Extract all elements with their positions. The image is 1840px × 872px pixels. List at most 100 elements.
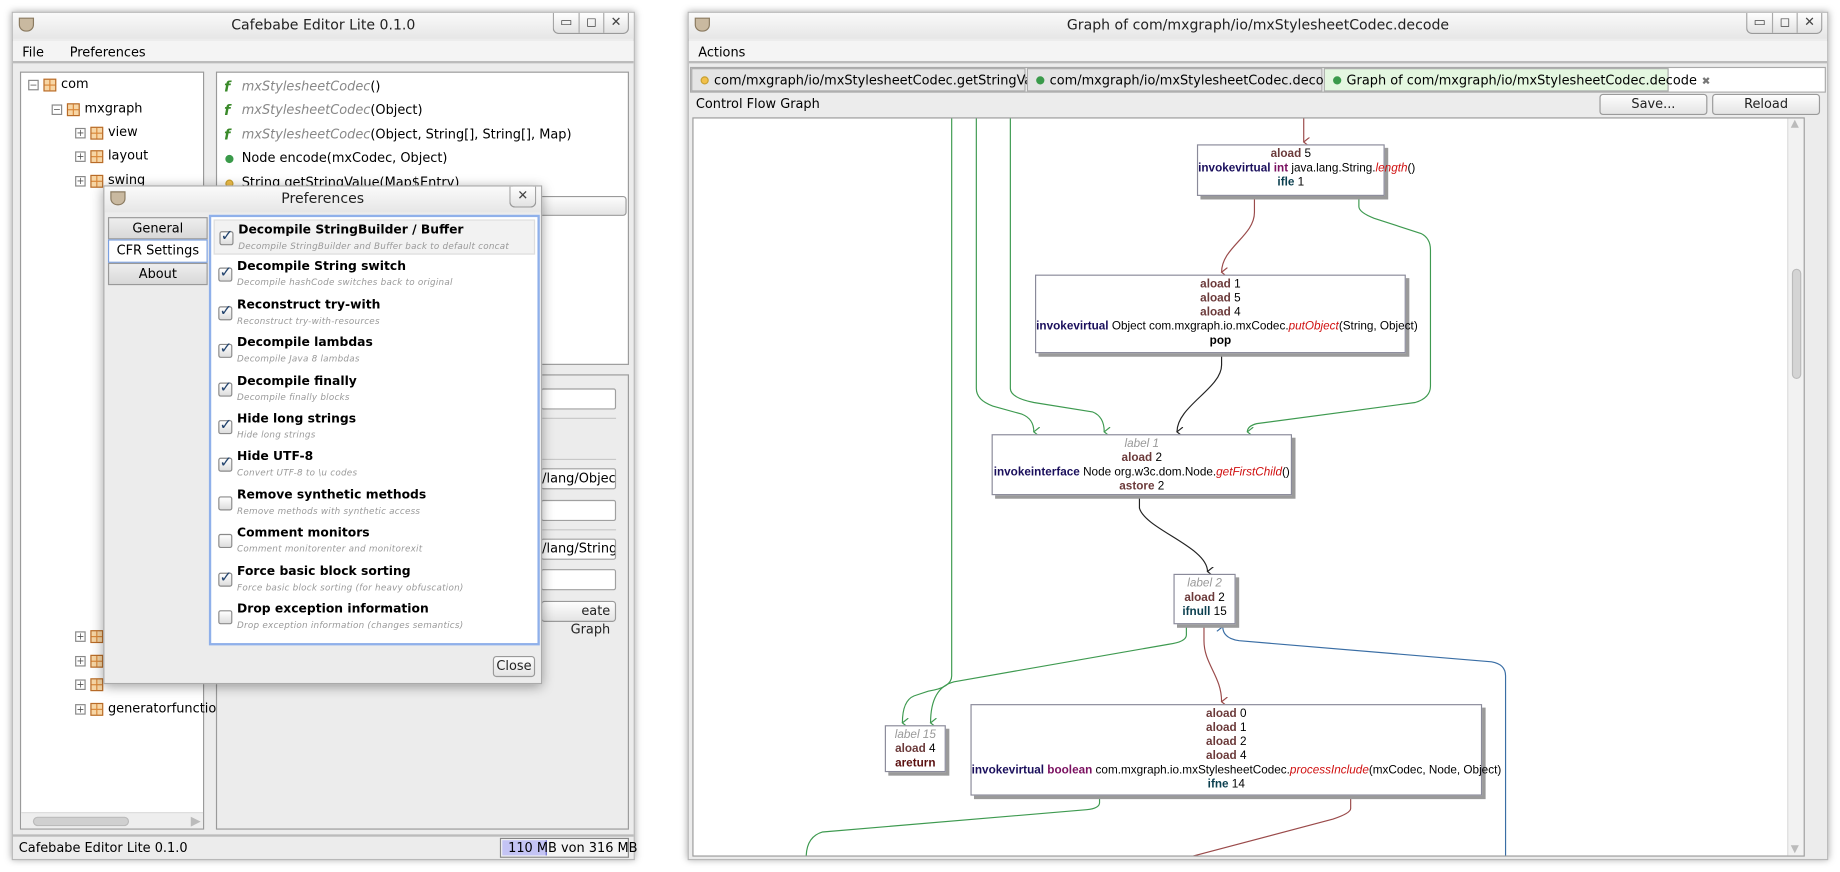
instruction-token: boolean (1044, 763, 1093, 777)
instruction-line: invokevirtual boolean com.mxgraph.io.mxS… (972, 763, 1502, 778)
vertical-scrollbar[interactable]: ▲ ▼ (1787, 118, 1804, 856)
instruction-line: ifne 14 (972, 778, 1481, 792)
tab-decode[interactable]: com/mxgraph/io/mxStylesheetCodec.decode✖ (1026, 68, 1353, 92)
option-checkbox[interactable] (218, 534, 233, 549)
tab-graph-decode[interactable]: Graph of com/mxgraph/io/mxStylesheetCode… (1323, 68, 1710, 92)
tab-general-settings[interactable]: General Settings (107, 217, 208, 257)
tab-close-icon[interactable]: ✖ (1702, 76, 1711, 88)
instruction-token: length (1375, 161, 1408, 175)
option-row[interactable]: Hide long strings Hide long strings (214, 410, 536, 445)
control-flow-graph-canvas[interactable]: aload 5 invokevirtual int java.lang.Strin… (692, 117, 1805, 857)
close-button[interactable]: ✕ (1796, 12, 1822, 33)
scrollbar-thumb[interactable] (32, 816, 130, 827)
option-description: Drop exception information (changes sema… (237, 619, 464, 631)
option-checkbox[interactable] (218, 303, 233, 321)
expand-icon[interactable]: + (75, 127, 86, 138)
basic-block-node[interactable]: aload 1 aload 5 aload 4 invokevirtual Objec… (1035, 274, 1418, 354)
expand-icon[interactable]: + (75, 175, 86, 186)
graph-title-bar: Graph of com/mxgraph/io/mxStylesheetCode… (688, 12, 1828, 39)
descriptor-field[interactable]: /lang/Object (540, 468, 617, 490)
expand-icon[interactable]: + (75, 655, 86, 666)
tab-getstringvalue[interactable]: com/mxgraph/io/mxStylesheetCodec.getStri… (691, 68, 1066, 92)
scrollbar-thumb[interactable] (1791, 268, 1802, 380)
minimize-button[interactable]: ▭ (554, 13, 579, 33)
basic-block-node[interactable]: aload 0 aload 1 aload 2 aload 4 invokevirtua… (970, 704, 1502, 796)
save-button[interactable]: Save... (1599, 93, 1708, 116)
option-row[interactable]: Decompile finally Decompile finally block… (214, 372, 536, 407)
basic-block-node[interactable]: label 15 aload 4 areturn (884, 725, 946, 773)
option-row[interactable]: Comment monitors Comment monitorenter and… (214, 524, 536, 559)
basic-block-node[interactable]: aload 5 invokevirtual int java.lang.Strin… (1196, 144, 1415, 196)
option-checkbox[interactable] (218, 341, 233, 359)
maximize-button[interactable]: ◻ (1771, 12, 1797, 33)
option-checkbox[interactable] (218, 455, 233, 473)
detail-field-3[interactable] (540, 499, 617, 522)
collapse-icon[interactable]: − (51, 103, 63, 115)
public-method-icon (1333, 76, 1342, 85)
option-checkbox[interactable] (218, 496, 233, 511)
menu-preferences[interactable]: Preferences (70, 45, 146, 60)
method-item[interactable]: Node encode(mxCodec, Object) (224, 149, 447, 168)
basic-block-node[interactable]: label 1 aload 2 invokeinterface Node org.w… (991, 434, 1292, 496)
scroll-right-icon[interactable]: ▶ (191, 813, 201, 828)
scroll-up-icon[interactable]: ▲ (1791, 119, 1799, 131)
option-row[interactable]: Decompile StringBuilder / Buffer Decompil… (213, 219, 536, 255)
option-checkbox[interactable] (219, 228, 234, 246)
option-row[interactable]: Drop exception information Drop exception… (214, 600, 536, 635)
instruction-line: areturn (886, 757, 945, 771)
dialog-close-icon[interactable]: ✕ (510, 187, 535, 207)
close-button[interactable]: ✕ (603, 12, 628, 33)
expand-icon[interactable]: + (75, 678, 86, 690)
option-checkbox[interactable] (218, 569, 233, 587)
tree-item[interactable]: + (75, 627, 104, 646)
horizontal-scrollbar[interactable]: ▶ (21, 812, 204, 829)
method-item[interactable]: f mxStylesheetCodec (Object) (224, 101, 422, 120)
menu-file[interactable]: File (22, 45, 44, 60)
option-row[interactable]: Hide UTF-8 Convert UTF-8 to \u codes (214, 448, 536, 483)
option-row[interactable]: Decompile String switch Decompile hashCod… (214, 257, 536, 292)
scroll-down-icon[interactable]: ▼ (1791, 844, 1799, 856)
tab-about[interactable]: About (107, 262, 208, 286)
option-checkbox[interactable] (218, 417, 233, 435)
option-row[interactable]: Reconstruct try-with Reconstruct try-with… (214, 295, 536, 330)
tree-item-generatorfunction[interactable]: + generatorfunctio (75, 699, 216, 718)
coffee-cup-icon (18, 17, 35, 32)
instruction-line: label 15 (886, 729, 945, 743)
instruction-line: aload 1 (972, 722, 1481, 736)
tree-item-layout[interactable]: + layout (75, 147, 148, 166)
tree-item[interactable]: + (75, 675, 104, 694)
instruction-line: aload 2 (1175, 591, 1235, 605)
tree-item-mxgraph[interactable]: − mxgraph (51, 100, 143, 119)
constructor-icon: f (224, 126, 231, 143)
option-checkbox[interactable] (218, 610, 233, 625)
instruction-token: (mxCodec, Node, Object) (1368, 763, 1502, 777)
tree-item-view[interactable]: + view (75, 123, 138, 142)
minimize-button[interactable]: ▭ (1747, 13, 1772, 33)
expand-icon[interactable]: + (75, 703, 86, 715)
option-row[interactable]: Decompile lambdas Decompile Java 8 lambda… (214, 333, 536, 368)
option-checkbox[interactable] (218, 264, 233, 283)
option-checkbox[interactable] (218, 379, 233, 397)
basic-block-node[interactable]: label 2 aload 2 ifnull 15 (1173, 573, 1236, 625)
package-icon (90, 629, 104, 643)
close-button[interactable]: Close (492, 655, 536, 678)
memory-indicator[interactable]: 110 MB von 316 MB (499, 837, 638, 858)
signature-field[interactable]: /lang/String; (540, 538, 617, 560)
maximize-button[interactable]: ◻ (578, 12, 604, 33)
option-row[interactable]: Force basic block sorting Force basic blo… (214, 562, 536, 597)
method-item[interactable]: f mxStylesheetCodec (Object, String[], Str… (224, 126, 571, 145)
tree-item-com[interactable]: − com (28, 75, 89, 94)
detail-field-1[interactable] (540, 388, 617, 410)
reload-button[interactable]: Reload (1712, 93, 1821, 116)
detail-field-5[interactable] (540, 569, 617, 591)
tab-cfr-settings[interactable]: CFR Settings (107, 239, 208, 263)
instruction-token: (String, Object) (1338, 320, 1418, 334)
method-item[interactable]: f mxStylesheetCodec() (224, 77, 380, 96)
collapse-icon[interactable]: − (28, 79, 39, 90)
tree-item[interactable]: + (75, 651, 104, 670)
expand-icon[interactable]: + (75, 150, 86, 162)
create-graph-button[interactable]: eate Graph (540, 600, 617, 637)
option-row[interactable]: Remove synthetic methods Remove methods w… (214, 486, 536, 521)
expand-icon[interactable]: + (75, 630, 86, 642)
menu-actions[interactable]: Actions (698, 45, 745, 60)
